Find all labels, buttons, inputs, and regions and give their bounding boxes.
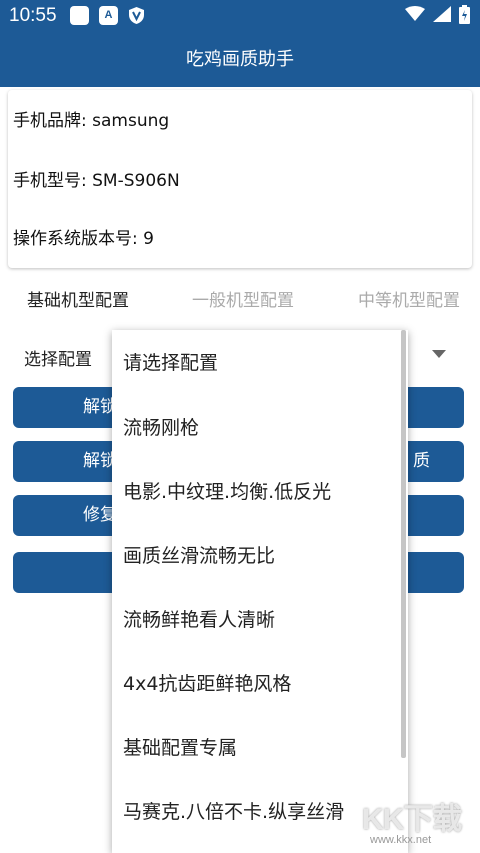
unlock-button-2-label-tail: 质 [413,451,430,471]
tab-basic-config[interactable]: 基础机型配置 [27,286,129,311]
tab-medium-config[interactable]: 中等机型配置 [358,286,460,311]
config-dropdown-menu[interactable]: 请选择配置 流畅刚枪 电影.中纹理.均衡.低反光 画质丝滑流畅无比 流畅鲜艳看人… [112,330,408,853]
dropdown-option[interactable]: 画质丝滑流畅无比 [123,541,275,568]
phone-model-text: 手机型号: SM-S906N [13,171,180,191]
config-tabs: 基础机型配置 一般机型配置 中等机型配置 [0,286,480,318]
square-notification-icon [70,6,89,25]
status-icons-right [405,4,470,28]
dropdown-arrow-icon[interactable] [432,350,446,358]
dropdown-option[interactable]: 流畅鲜艳看人清晰 [123,605,275,632]
tab-general-config[interactable]: 一般机型配置 [192,286,294,311]
status-time: 10:55 [9,5,57,26]
signal-icon [433,6,451,26]
app-title: 吃鸡画质助手 [186,49,294,70]
dropdown-option[interactable]: 4x4抗齿距鲜艳风格 [123,669,291,696]
dropdown-option-placeholder[interactable]: 请选择配置 [123,348,218,375]
battery-charging-icon [459,4,470,28]
select-config-label: 选择配置 [24,350,92,370]
dropdown-option[interactable]: 流畅刚枪 [123,413,199,440]
a-notification-icon: A [99,6,118,25]
dropdown-option[interactable]: 基础配置专属 [123,733,237,760]
app-title-bar: 吃鸡画质助手 [0,33,480,87]
watermark-logo: KK下载 www.kkx.net [362,794,472,850]
watermark-url: www.kkx.net [370,834,432,846]
shield-notification-icon [127,6,146,25]
dropdown-option[interactable]: 电影.中纹理.均衡.低反光 [123,477,331,504]
os-version-text: 操作系统版本号: 9 [13,229,154,249]
phone-brand-text: 手机品牌: samsung [13,111,170,131]
status-bar: 10:55 A [0,0,480,33]
wifi-icon [405,6,425,26]
dropdown-option[interactable]: 马赛克.八倍不卡.纵享丝滑 [123,797,344,824]
dropdown-scrollbar[interactable] [401,330,406,758]
device-info-card: 手机品牌: samsung 手机型号: SM-S906N 操作系统版本号: 9 [8,90,472,268]
watermark-text: KK下载 [362,803,462,836]
